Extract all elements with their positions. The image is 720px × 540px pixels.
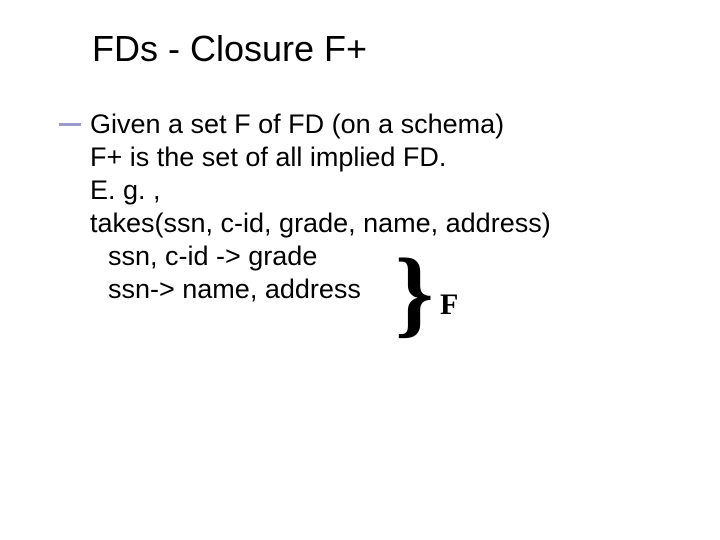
body-line-5: ssn, c-id -> grade	[90, 240, 660, 273]
body-line-2: F+ is the set of all implied FD.	[90, 141, 660, 174]
brace-icon: }	[395, 254, 434, 332]
body-line-1: Given a set F of FD (on a schema)	[90, 108, 660, 141]
slide-body: Given a set F of FD (on a schema) F+ is …	[90, 108, 660, 306]
brace-label: F	[440, 288, 458, 322]
body-line-4: takes(ssn, c-id, grade, name, address)	[90, 207, 660, 240]
accent-bar	[59, 123, 81, 126]
slide: FDs - Closure F+ Given a set F of FD (on…	[0, 0, 720, 540]
brace-group: } F	[395, 258, 475, 348]
body-line-6: ssn-> name, address	[90, 273, 660, 306]
body-line-3: E. g. ,	[90, 174, 660, 207]
slide-title: FDs - Closure F+	[92, 28, 367, 70]
